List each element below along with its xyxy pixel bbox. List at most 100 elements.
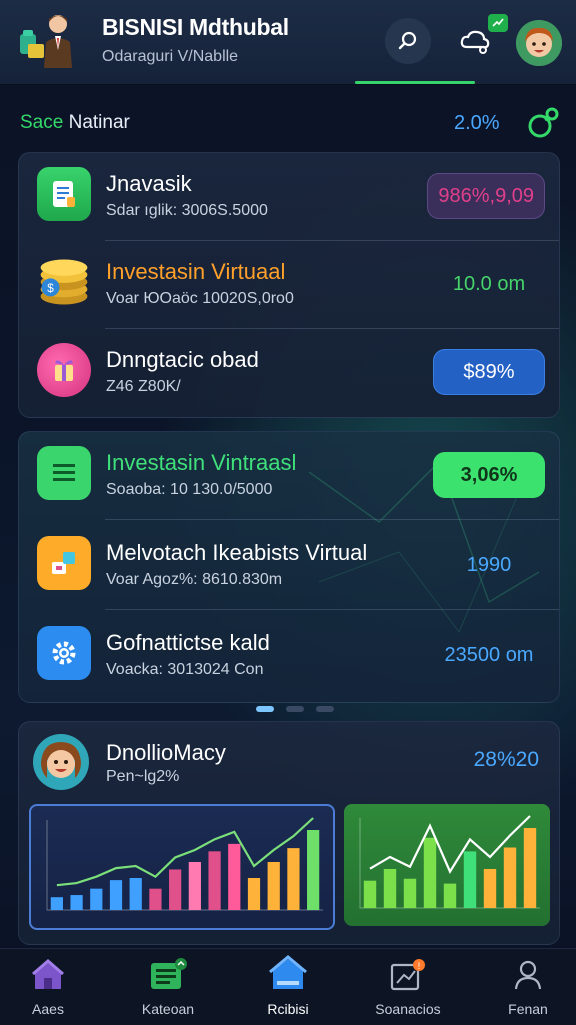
app-subtitle: Odaraguri V/Nablle (102, 48, 239, 65)
chart-bar (383, 868, 397, 908)
nav-label: Aaes (32, 1001, 64, 1017)
refresh-icon[interactable] (526, 106, 560, 140)
chart-bar (50, 897, 63, 910)
row-subtitle: Voar Agoz%: 8610.830m (106, 571, 283, 588)
list-item[interactable]: Investasin Vintraasl Soaoba: 10 130.0/50… (19, 432, 559, 520)
chart-bar (363, 880, 377, 908)
chart-notification-icon: ! (390, 959, 425, 991)
chart-bar (208, 851, 221, 910)
chart-bar (90, 888, 103, 910)
row-subtitle: Soaoba: 10 130.0/5000 (106, 481, 273, 498)
row-title: Investasin Vintraasl (106, 450, 297, 475)
portfolio-card[interactable]: DnollioMacy Pen~lg2% 28%20 (18, 721, 560, 945)
chart-bar (443, 883, 457, 908)
list-item[interactable]: Dnngtacic obad Z46 Z80K/ $89% (19, 329, 559, 417)
row-subtitle: Z46 Z80K/ (106, 378, 181, 395)
nav-item-profile[interactable]: Fenan (480, 957, 576, 1021)
portfolio-avatar-icon (33, 734, 89, 790)
row-value: 23500 om (444, 643, 534, 666)
section-value: 2.0% (454, 112, 500, 134)
row-title: Dnngtacic obad (106, 347, 259, 372)
chart-bar (129, 878, 142, 910)
ledger-icon (151, 958, 187, 989)
cloud-chat-icon (460, 30, 490, 54)
notification-badge-icon (488, 14, 508, 32)
gear-icon (37, 626, 91, 680)
chart-bar (287, 848, 300, 910)
portfolio-title: DnollioMacy (106, 740, 226, 765)
user-face-icon (516, 20, 562, 66)
chart-bar (523, 828, 537, 908)
chart-bar (307, 830, 320, 910)
performance-chart-panel (29, 804, 335, 930)
app-title: BISNISI Mdthubal (102, 14, 289, 40)
search-icon (398, 31, 417, 50)
house-icon (32, 959, 64, 989)
investment-card-2: Investasin Vintraasl Soaoba: 10 130.0/50… (18, 431, 560, 703)
row-divider (105, 519, 559, 520)
bottom-nav: Aaes Kateoan Rcibisi ! Soanacios Fenan (0, 948, 576, 1025)
coins-icon: $ (37, 255, 91, 309)
page-dot[interactable] (316, 706, 334, 712)
list-item[interactable]: Gofnattictse kald Voacka: 3013024 Con 23… (19, 612, 559, 700)
chart-axis (46, 820, 323, 911)
user-avatar[interactable] (516, 20, 562, 66)
chart-bar (247, 878, 261, 910)
row-value: $89% (433, 349, 545, 395)
active-tab-indicator (355, 81, 475, 84)
row-title: Melvotach Ikeabists Virtual (106, 540, 368, 565)
chart-bar (70, 895, 83, 910)
section-label-rest: Natinar (63, 112, 130, 133)
nav-item-scenarios[interactable]: ! Soanacios (360, 957, 456, 1021)
person-search-icon (514, 960, 542, 990)
nav-label: Soanacios (375, 1001, 441, 1017)
row-subtitle: Sdar ıglik: 3006S.5000 (106, 202, 268, 219)
nav-item-active[interactable]: Rcibisi (240, 955, 336, 1021)
nav-item-catalog[interactable]: Kateoan (120, 957, 216, 1021)
gift-icon (37, 343, 91, 397)
row-divider (105, 609, 559, 610)
pagination-dots (256, 706, 334, 712)
row-title: Jnavasik (106, 171, 192, 196)
portfolio-value: 28%20 (473, 748, 539, 771)
home-active-icon (269, 955, 307, 989)
search-button[interactable] (385, 18, 431, 64)
page-dot[interactable] (286, 706, 304, 712)
chart-bar (149, 888, 162, 910)
list-item[interactable]: $ Investasin Virtuaal Voar ЮOaöc 10020S,… (19, 241, 559, 329)
bar-chart-2 (359, 815, 540, 909)
chart-bar (463, 851, 477, 908)
list-item[interactable]: Jnavasik Sdar ıglik: 3006S.5000 986%,9,0… (19, 153, 559, 241)
chart-bar (169, 869, 182, 910)
chart-bar (503, 847, 517, 908)
svg-text:$: $ (47, 282, 54, 295)
row-subtitle: Voacka: 3013024 Con (106, 661, 264, 678)
investment-card-1: Jnavasik Sdar ıglik: 3006S.5000 986%,9,0… (18, 152, 560, 418)
business-avatar-icon (20, 15, 72, 68)
section-label: Sace Natinar (20, 112, 130, 134)
page-dot[interactable] (256, 706, 274, 712)
list-item[interactable]: Melvotach Ikeabists Virtual Voar Agoz%: … (19, 522, 559, 610)
nav-label: Fenan (508, 1001, 548, 1017)
row-title: Investasin Virtuaal (106, 259, 286, 284)
chart-bar (403, 878, 417, 908)
nav-label: Kateoan (141, 1001, 195, 1017)
row-subtitle: Voar ЮOaöc 10020S,0ro0 (106, 290, 294, 307)
row-value: 986%,9,09 (427, 173, 545, 219)
growth-chart-panel (344, 804, 550, 926)
section-label-green: Sace (20, 112, 64, 133)
chart-bar (188, 862, 201, 910)
chart-bar (109, 880, 123, 910)
nav-item-home[interactable]: Aaes (0, 957, 96, 1021)
chart-bar (228, 843, 241, 910)
bar-chart-1 (46, 817, 323, 911)
row-title: Gofnattictse kald (106, 630, 270, 655)
chart-bar (267, 862, 280, 910)
document-icon (37, 167, 91, 221)
portfolio-subtitle: Pen~lg2% (106, 768, 180, 785)
nav-label: Rcibisi (267, 1001, 309, 1017)
row-value: 1990 (466, 553, 512, 576)
row-value: 10.0 om (452, 272, 526, 295)
blocks-icon (37, 536, 91, 590)
svg-text:!: ! (418, 961, 421, 971)
